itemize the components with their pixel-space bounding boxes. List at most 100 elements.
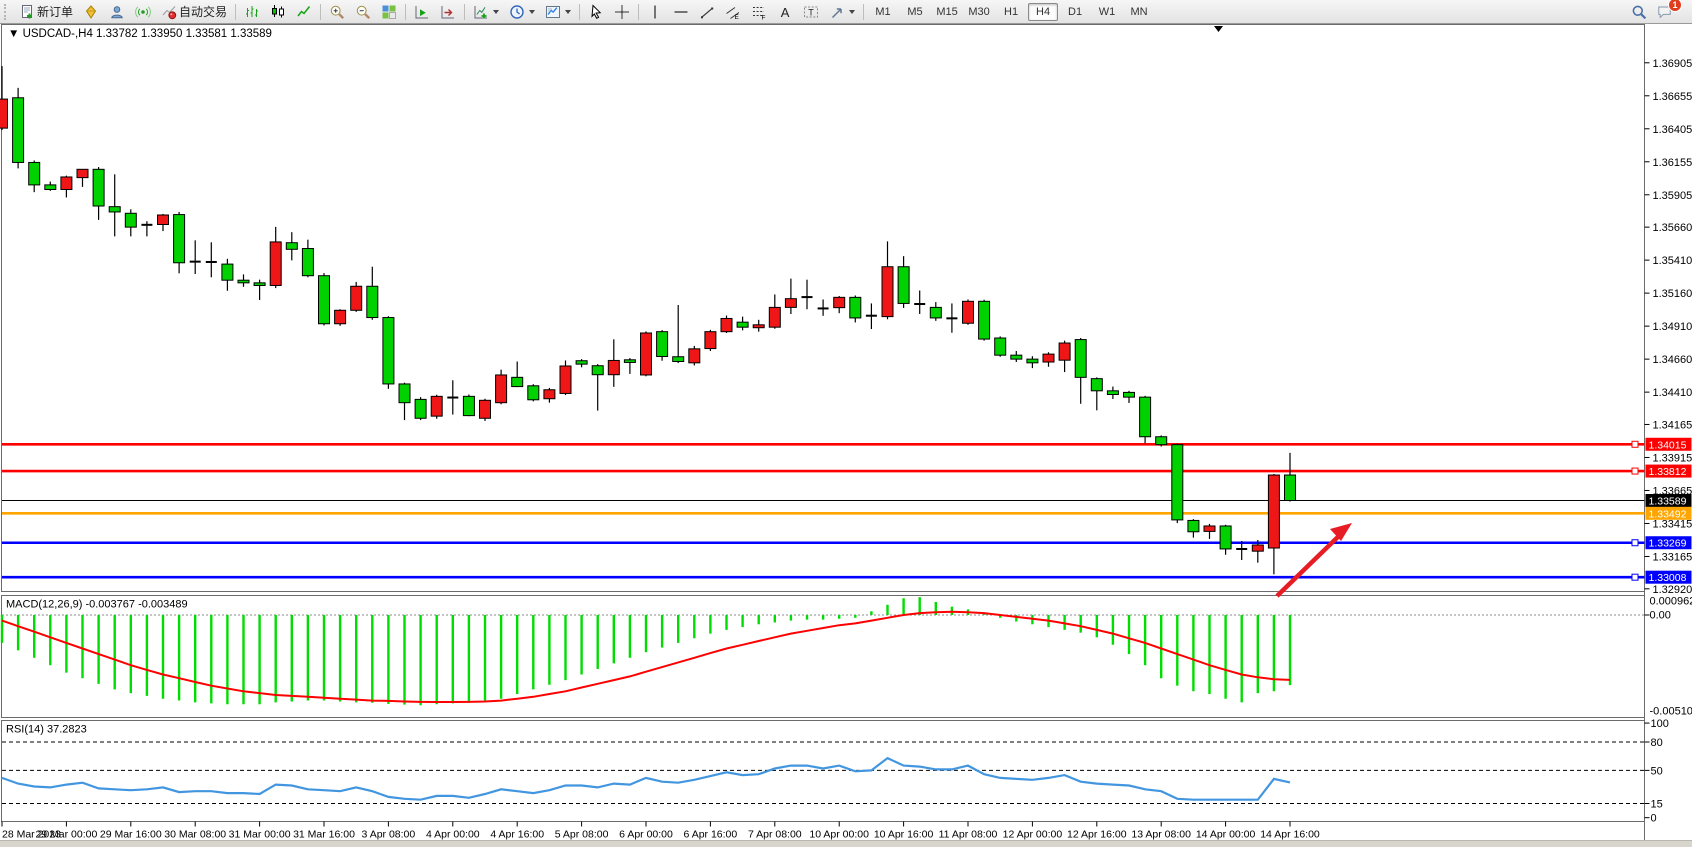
chart-window: 1.369051.366551.364051.361551.359051.356… <box>0 24 1692 846</box>
timeframe-m1-button[interactable]: M1 <box>868 3 898 21</box>
rsi-line <box>2 758 1290 800</box>
crosshair-button[interactable] <box>610 1 634 23</box>
svg-text:12 Apr 00:00: 12 Apr 00:00 <box>1003 829 1063 841</box>
svg-text:-0.005107: -0.005107 <box>1650 706 1692 718</box>
indicators-icon <box>473 4 489 20</box>
line-handle[interactable] <box>1632 540 1638 546</box>
auto-trading-button[interactable]: 自动交易 <box>157 1 231 23</box>
indicators-button[interactable] <box>469 1 503 23</box>
timeframe-m30-button[interactable]: M30 <box>964 3 994 21</box>
zoom-in-icon <box>329 4 345 20</box>
timeframe-m15-button[interactable]: M15 <box>932 3 962 21</box>
line-handle[interactable] <box>1632 441 1638 447</box>
auto-trading-label: 自动交易 <box>179 3 227 20</box>
svg-text:5 Apr 08:00: 5 Apr 08:00 <box>555 829 609 841</box>
svg-text:E: E <box>735 14 740 20</box>
horizontal-line-icon <box>673 4 689 20</box>
chart-shift-button[interactable] <box>436 1 460 23</box>
svg-text:30 Mar 08:00: 30 Mar 08:00 <box>164 829 226 841</box>
chart-candles-button[interactable] <box>266 1 290 23</box>
timeframe-h4-button[interactable]: H4 <box>1028 3 1058 21</box>
svg-text:29 Mar 00:00: 29 Mar 00:00 <box>35 829 97 841</box>
timeframe-m5-button[interactable]: M5 <box>900 3 930 21</box>
toolbar-separator <box>638 4 639 20</box>
timeframe-h1-button[interactable]: H1 <box>996 3 1026 21</box>
price-chart-svg[interactable]: 1.369051.366551.364051.361551.359051.356… <box>0 24 1692 846</box>
svg-text:RSI(14) 37.2823: RSI(14) 37.2823 <box>6 724 87 736</box>
vertical-line-button[interactable] <box>643 1 667 23</box>
search-icon <box>1631 4 1647 20</box>
arrows-tool-button[interactable] <box>825 1 859 23</box>
svg-text:1.36905: 1.36905 <box>1653 58 1692 70</box>
arrows-tool-icon <box>829 4 845 20</box>
templates-button[interactable] <box>541 1 575 23</box>
auto-scroll-button[interactable] <box>410 1 434 23</box>
main-toolbar: 新订单 自动交易 E FAT M1M5M15M30H1H4D1W1MN 1 <box>0 0 1692 24</box>
zoom-in-button[interactable] <box>325 1 349 23</box>
svg-text:4 Apr 16:00: 4 Apr 16:00 <box>490 829 544 841</box>
periods-button[interactable] <box>505 1 539 23</box>
svg-text:80: 80 <box>1651 737 1663 749</box>
vertical-line-icon <box>647 4 663 20</box>
svg-text:13 Apr 08:00: 13 Apr 08:00 <box>1131 829 1191 841</box>
timeframe-w1-button[interactable]: W1 <box>1092 3 1122 21</box>
line-handle[interactable] <box>1632 574 1638 580</box>
signal-service-button[interactable] <box>131 1 155 23</box>
chart-line-button[interactable] <box>292 1 316 23</box>
svg-text:▼ USDCAD-,H4 1.33782 1.33950: ▼ USDCAD-,H4 1.33782 1.33950 1.33581 1.3… <box>8 28 272 40</box>
svg-text:3 Apr 08:00: 3 Apr 08:00 <box>362 829 416 841</box>
toolbar-separator <box>579 4 580 20</box>
templates-dropdown-icon[interactable] <box>565 10 571 14</box>
search-button[interactable] <box>1627 1 1651 23</box>
fibonacci-button[interactable]: F <box>747 1 771 23</box>
svg-text:31 Mar 16:00: 31 Mar 16:00 <box>293 829 355 841</box>
svg-text:31 Mar 00:00: 31 Mar 00:00 <box>229 829 291 841</box>
cursor-button[interactable] <box>584 1 608 23</box>
svg-text:14 Apr 00:00: 14 Apr 00:00 <box>1196 829 1256 841</box>
tile-windows-button[interactable] <box>377 1 401 23</box>
svg-text:1.33589: 1.33589 <box>1649 496 1687 508</box>
community-button[interactable] <box>105 1 129 23</box>
equidistant-channel-button[interactable]: E <box>721 1 745 23</box>
svg-text:1.35905: 1.35905 <box>1653 190 1692 202</box>
text-tool-button[interactable]: A <box>773 1 797 23</box>
new-order-label: 新订单 <box>37 3 73 20</box>
cursor-icon <box>588 4 604 20</box>
toolbar-separator <box>320 4 321 20</box>
chat-button[interactable]: 1 <box>1653 1 1677 23</box>
market-watch-icon <box>83 4 99 20</box>
svg-text:1.34015: 1.34015 <box>1649 439 1687 451</box>
fibonacci-icon: F <box>751 4 767 20</box>
horizontal-line-button[interactable] <box>669 1 693 23</box>
svg-text:1.33915: 1.33915 <box>1653 452 1692 464</box>
toolbar-separator <box>464 4 465 20</box>
svg-text:0.00: 0.00 <box>1650 610 1671 622</box>
new-order-button[interactable]: 新订单 <box>15 1 77 23</box>
svg-text:0: 0 <box>1651 813 1657 825</box>
price-lines-layer[interactable]: 1.340151.338121.335891.334921.332691.330… <box>2 438 1692 584</box>
svg-text:6 Apr 16:00: 6 Apr 16:00 <box>684 829 738 841</box>
periods-dropdown-icon[interactable] <box>529 10 535 14</box>
macd-panel: MACD(12,26,9) -0.003767 -0.0034890.00096… <box>2 596 1692 718</box>
timeframe-d1-button[interactable]: D1 <box>1060 3 1090 21</box>
chart-bars-button[interactable] <box>240 1 264 23</box>
chart-line-icon <box>296 4 312 20</box>
svg-text:100: 100 <box>1651 718 1669 730</box>
svg-text:1.36655: 1.36655 <box>1653 91 1692 103</box>
buy-signal-arrow[interactable] <box>1277 523 1352 596</box>
indicators-dropdown-icon[interactable] <box>493 10 499 14</box>
svg-text:1.33165: 1.33165 <box>1653 551 1692 563</box>
svg-text:4 Apr 00:00: 4 Apr 00:00 <box>426 829 480 841</box>
zoom-out-button[interactable] <box>351 1 375 23</box>
trendline-button[interactable] <box>695 1 719 23</box>
chart-shift-icon <box>440 4 456 20</box>
toolbar-separator <box>405 4 406 20</box>
timeframe-mn-button[interactable]: MN <box>1124 3 1154 21</box>
market-watch-button[interactable] <box>79 1 103 23</box>
arrows-tool-dropdown-icon[interactable] <box>849 10 855 14</box>
svg-text:A: A <box>781 5 790 20</box>
text-label-button[interactable]: T <box>799 1 823 23</box>
line-handle[interactable] <box>1632 468 1638 474</box>
svg-text:7 Apr 08:00: 7 Apr 08:00 <box>748 829 802 841</box>
chart-shift-marker[interactable] <box>1214 26 1223 32</box>
